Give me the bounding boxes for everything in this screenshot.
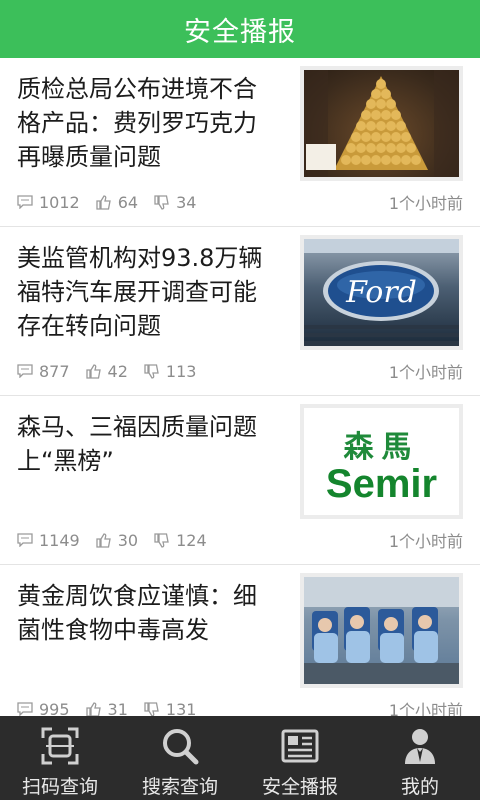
thumbs-down-icon xyxy=(154,532,169,548)
news-time: 1个小时前 xyxy=(388,701,463,716)
news-time: 1个小时前 xyxy=(388,532,463,551)
dislike-count[interactable]: 34 xyxy=(154,193,196,212)
news-meta: 1012 64 34 1个小时前 xyxy=(17,191,463,213)
comment-icon xyxy=(17,364,33,378)
news-title[interactable]: 美监管机构对93.8万辆福特汽车展开调查可能存在转向问题 xyxy=(17,241,279,343)
news-title[interactable]: 森马、三福因质量问题上“黑榜” xyxy=(17,410,279,478)
tab-scan-query[interactable]: 扫码查询 xyxy=(0,716,120,800)
newspaper-icon xyxy=(281,729,319,763)
tab-safety-news[interactable]: 安全播报 xyxy=(240,716,360,800)
dislike-count[interactable]: 124 xyxy=(154,531,207,550)
news-feed[interactable]: 质检总局公布进境不合格产品：费列罗巧克力再曝质量问题 1012 64 34 1个… xyxy=(0,58,480,716)
comment-icon xyxy=(17,195,33,209)
news-meta: 1149 30 124 1个小时前 xyxy=(17,529,463,551)
bottom-tab-bar: 扫码查询 搜索查询 安全播报 我的 xyxy=(0,716,480,800)
news-meta: 995 31 131 1个小时前 xyxy=(17,698,463,716)
ferrero-pyramid-illustration xyxy=(304,70,459,177)
news-meta: 877 42 113 1个小时前 xyxy=(17,360,463,382)
comment-count[interactable]: 1012 xyxy=(17,193,80,212)
like-count-value: 64 xyxy=(117,192,139,212)
tab-label: 安全播报 xyxy=(261,776,338,798)
dislike-count[interactable]: 113 xyxy=(144,361,197,381)
comment-icon xyxy=(17,533,33,547)
app-header: 安全播报 xyxy=(0,0,480,58)
ferrero-pyramid-photo xyxy=(304,70,459,177)
news-time: 1个小时前 xyxy=(388,363,463,382)
like-count[interactable]: 30 xyxy=(96,531,138,550)
thumbs-up-icon xyxy=(96,532,111,548)
thumbs-down-icon xyxy=(144,363,159,379)
comment-icon xyxy=(17,702,33,716)
dislike-count-value: 34 xyxy=(176,192,197,212)
comment-count-value: 877 xyxy=(39,361,70,381)
thumbs-up-icon xyxy=(85,363,101,379)
semir-logo-cn: 森馬 xyxy=(343,430,420,465)
news-time: 1个小时前 xyxy=(388,194,463,213)
dislike-count-value: 113 xyxy=(165,361,197,381)
semir-logo-en: Semir xyxy=(325,462,438,506)
like-count[interactable]: 42 xyxy=(85,361,128,381)
thumbs-up-icon xyxy=(96,194,111,210)
scan-icon xyxy=(41,727,79,765)
news-thumbnail[interactable] xyxy=(300,573,463,688)
news-item-ferrero[interactable]: 质检总局公布进境不合格产品：费列罗巧克力再曝质量问题 1012 64 34 1个… xyxy=(0,58,480,227)
news-thumbnail[interactable]: Ford xyxy=(300,235,463,350)
news-item-semir[interactable]: 森马、三福因质量问题上“黑榜” 森馬 Semir 1149 30 124 1个小… xyxy=(0,396,480,565)
thumbs-down-icon xyxy=(144,701,159,716)
passengers-illustration xyxy=(304,577,459,684)
thumbs-up-icon xyxy=(85,701,101,716)
passengers-photo xyxy=(304,577,459,684)
search-icon xyxy=(163,729,199,765)
news-item-food-safety[interactable]: 黄金周饮食应谨慎：细菌性食物中毒高发 995 31 131 1个小时前 xyxy=(0,565,480,716)
dislike-count-value: 131 xyxy=(165,699,197,717)
user-icon xyxy=(405,729,435,764)
comment-count[interactable]: 877 xyxy=(17,362,70,381)
tab-label: 搜索查询 xyxy=(141,776,218,798)
ford-logo-text: Ford xyxy=(346,275,417,310)
like-count[interactable]: 31 xyxy=(85,699,128,717)
thumbs-down-icon xyxy=(154,194,169,210)
tab-label: 扫码查询 xyxy=(21,776,98,798)
dislike-count-value: 124 xyxy=(176,530,207,550)
news-title[interactable]: 黄金周饮食应谨慎：细菌性食物中毒高发 xyxy=(17,579,279,647)
dislike-count[interactable]: 131 xyxy=(144,699,197,717)
tab-mine[interactable]: 我的 xyxy=(360,716,480,800)
like-count-value: 30 xyxy=(117,530,139,550)
like-count-value: 42 xyxy=(107,361,128,381)
comment-count-value: 995 xyxy=(39,699,70,717)
news-item-ford[interactable]: 美监管机构对93.8万辆福特汽车展开调查可能存在转向问题 Ford 877 42… xyxy=(0,227,480,396)
news-thumbnail[interactable]: 森馬 Semir xyxy=(300,404,463,519)
ford-logo-photo: Ford xyxy=(304,239,459,346)
tab-label: 我的 xyxy=(400,776,439,798)
comment-count-value: 1149 xyxy=(39,530,80,550)
page-title: 安全播报 xyxy=(184,16,296,48)
comment-count[interactable]: 1149 xyxy=(17,531,80,550)
like-count[interactable]: 64 xyxy=(96,193,138,212)
semir-logo-image: 森馬 Semir xyxy=(304,408,459,515)
tab-search-query[interactable]: 搜索查询 xyxy=(120,716,240,800)
news-thumbnail[interactable] xyxy=(300,66,463,181)
comment-count-value: 1012 xyxy=(39,192,80,212)
like-count-value: 31 xyxy=(107,699,128,717)
comment-count[interactable]: 995 xyxy=(17,699,70,717)
news-title[interactable]: 质检总局公布进境不合格产品：费列罗巧克力再曝质量问题 xyxy=(17,72,279,174)
